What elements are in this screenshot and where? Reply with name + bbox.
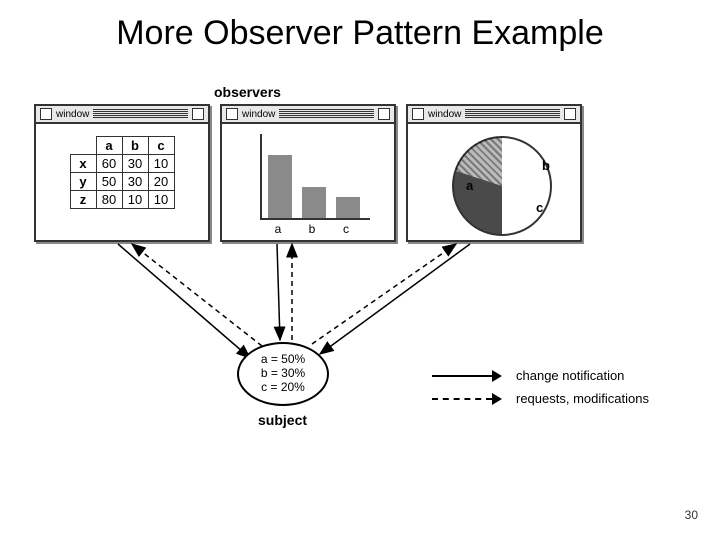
page-title: More Observer Pattern Example xyxy=(0,14,720,53)
legend-row-dashed: requests, modifications xyxy=(432,391,649,406)
window-control-icon[interactable] xyxy=(378,108,390,120)
window-control-icon[interactable] xyxy=(412,108,424,120)
bar-label: c xyxy=(334,222,358,236)
window-control-icon[interactable] xyxy=(564,108,576,120)
observers-label: observers xyxy=(214,84,281,100)
bar-a xyxy=(268,155,292,218)
window-title: window xyxy=(242,109,275,120)
cell: 10 xyxy=(148,191,174,209)
legend-text: change notification xyxy=(516,368,624,383)
page-number: 30 xyxy=(685,508,698,522)
cell: 50 xyxy=(96,173,122,191)
cell: 80 xyxy=(96,191,122,209)
table-body: a b c x 60 30 10 y 50 30 20 z xyxy=(36,124,208,240)
bar-c xyxy=(336,197,360,218)
titlebar-stripes xyxy=(465,109,560,119)
cell: 20 xyxy=(148,173,174,191)
cell: 30 xyxy=(122,155,148,173)
subject-ellipse: a = 50% b = 30% c = 20% xyxy=(237,342,329,406)
bar-label: b xyxy=(300,222,324,236)
pie-body: a b c xyxy=(408,124,580,240)
subject-line: b = 30% xyxy=(261,367,305,381)
bar-body: a b c xyxy=(222,124,394,240)
legend-row-solid: change notification xyxy=(432,368,649,383)
pie-chart-window: window a b c xyxy=(406,104,582,242)
legend: change notification requests, modificati… xyxy=(432,368,649,414)
solid-arrow-icon xyxy=(432,370,504,382)
col-header: c xyxy=(148,137,174,155)
table-window: window a b c x 60 30 10 y xyxy=(34,104,210,242)
pie-label-a: a xyxy=(466,178,473,193)
bar-label: a xyxy=(266,222,290,236)
titlebar-stripes xyxy=(93,109,188,119)
bar-b xyxy=(302,187,326,219)
data-table: a b c x 60 30 10 y 50 30 20 z xyxy=(70,136,175,209)
subject-label: subject xyxy=(258,412,307,428)
bar-axes xyxy=(260,134,370,220)
col-header: a xyxy=(96,137,122,155)
titlebar: window xyxy=(222,106,394,124)
window-control-icon[interactable] xyxy=(192,108,204,120)
bar-x-labels: a b c xyxy=(260,222,370,236)
dashed-arrow-icon xyxy=(432,393,504,405)
row-header: x xyxy=(70,155,96,173)
bar-chart-window: window a b c xyxy=(220,104,396,242)
legend-text: requests, modifications xyxy=(516,391,649,406)
window-title: window xyxy=(56,109,89,120)
window-control-icon[interactable] xyxy=(40,108,52,120)
subject-line: c = 20% xyxy=(261,381,305,395)
row-header: z xyxy=(70,191,96,209)
pie-label-b: b xyxy=(542,158,550,173)
window-control-icon[interactable] xyxy=(226,108,238,120)
pie-label-c: c xyxy=(536,200,543,215)
cell: 10 xyxy=(148,155,174,173)
titlebar: window xyxy=(408,106,580,124)
table-corner xyxy=(70,137,96,155)
col-header: b xyxy=(122,137,148,155)
titlebar: window xyxy=(36,106,208,124)
observer-windows: window a b c x 60 30 10 y xyxy=(34,104,582,242)
cell: 10 xyxy=(122,191,148,209)
titlebar-stripes xyxy=(279,109,374,119)
cell: 60 xyxy=(96,155,122,173)
window-title: window xyxy=(428,109,461,120)
cell: 30 xyxy=(122,173,148,191)
subject-line: a = 50% xyxy=(261,353,305,367)
arrows-svg xyxy=(0,0,720,540)
row-header: y xyxy=(70,173,96,191)
